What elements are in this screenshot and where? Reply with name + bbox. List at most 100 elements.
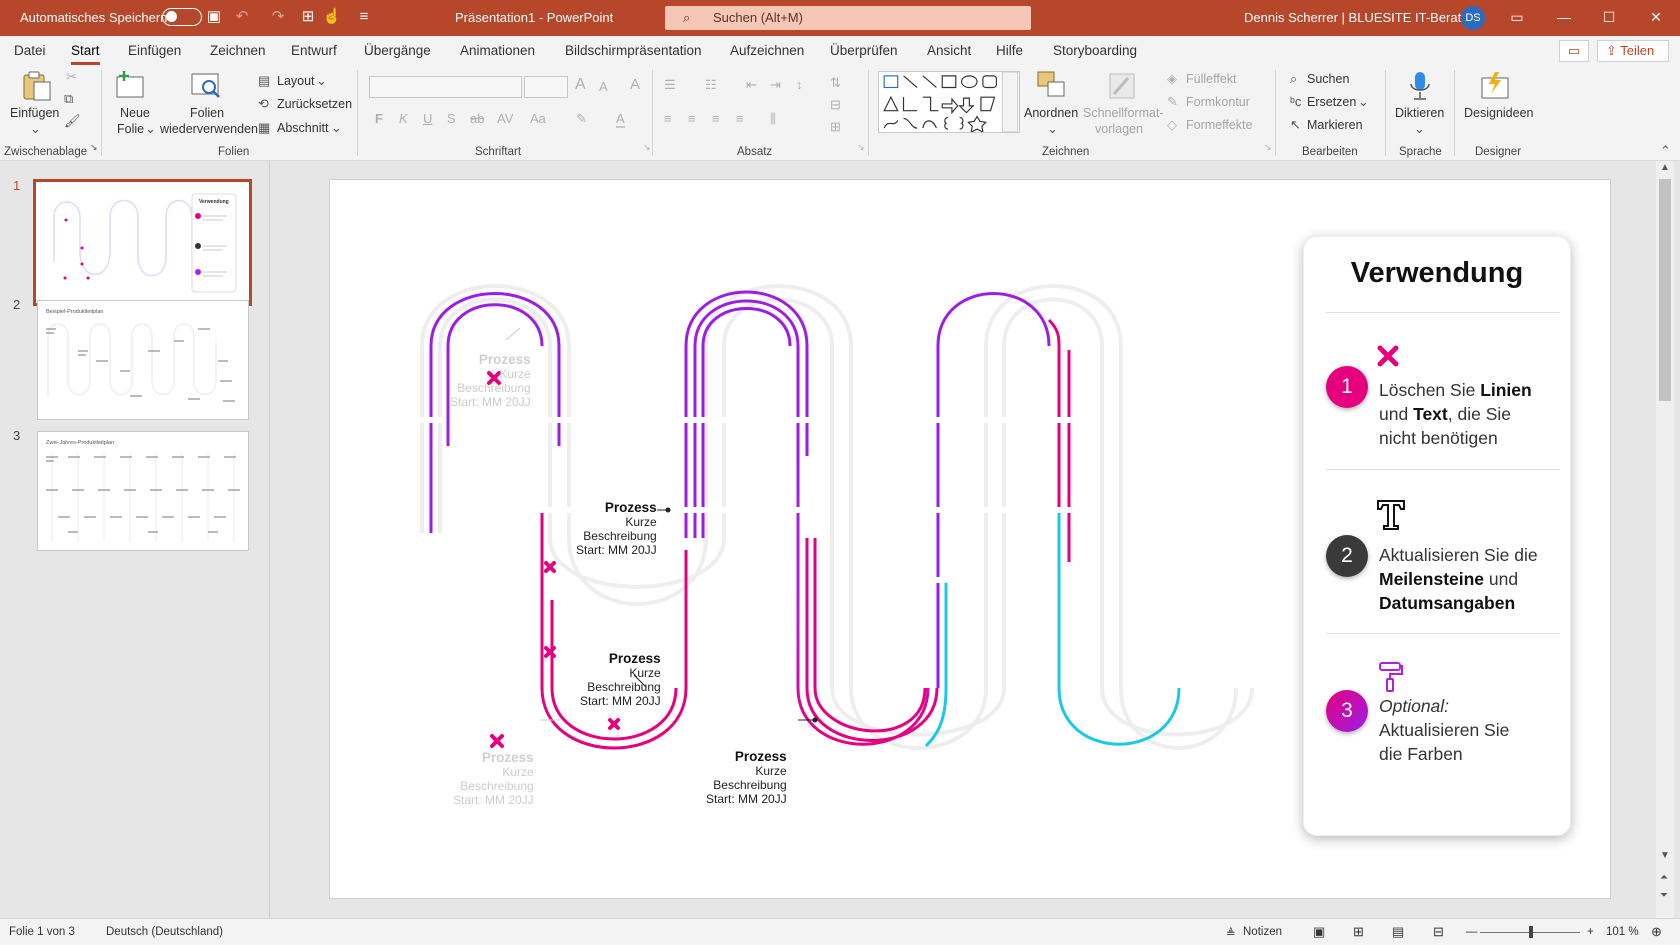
font-launcher-icon[interactable]: ↘ xyxy=(643,140,651,154)
milestone-label-faded-bottom[interactable]: Prozess Kurze Beschreibung Start: MM 20J… xyxy=(453,751,534,808)
redo-icon[interactable]: ↷ xyxy=(268,8,288,26)
columns-icon[interactable]: ⫼ xyxy=(770,112,776,126)
thumbnail-slide-2[interactable]: Beispiel-Produktleitplan xyxy=(37,300,249,420)
milestone-label-2[interactable]: Prozess Kurze Beschreibung Start: MM 20J… xyxy=(580,652,661,709)
align-left-icon[interactable]: ≡ xyxy=(664,112,672,126)
milestone-label-1[interactable]: Prozess Kurze Beschreibung Start: MM 20J… xyxy=(576,501,657,558)
cut-icon[interactable]: ✂ xyxy=(66,70,77,84)
undo-icon[interactable]: ↶ xyxy=(232,8,252,26)
collapse-ribbon-icon[interactable]: ⌃ xyxy=(1660,144,1671,158)
paste-dropdown-icon[interactable]: ⌄ xyxy=(30,122,41,136)
align-center-icon[interactable]: ≡ xyxy=(688,112,696,126)
user-name[interactable]: Dennis Scherrer | BLUESITE IT-Beratung xyxy=(1244,10,1483,25)
thumbnail-slide-3[interactable]: Zwei-Jahres-Produktleitplan xyxy=(37,431,249,551)
ribbon-display-icon[interactable]: ▭ xyxy=(1506,6,1528,28)
text-direction-icon[interactable]: ⇅ xyxy=(830,76,841,90)
tab-start[interactable]: Start xyxy=(71,43,100,65)
zoom-slider-thumb[interactable] xyxy=(1529,926,1533,938)
drawing-launcher-icon[interactable]: ↘ xyxy=(1264,140,1272,154)
new-slide-label-2[interactable]: Folie xyxy=(117,122,144,136)
notes-button[interactable]: Notizen xyxy=(1243,926,1282,938)
line-spacing-icon[interactable]: ↕ xyxy=(796,78,803,92)
char-spacing-icon[interactable]: AV xyxy=(497,112,513,126)
shadow-icon[interactable]: S xyxy=(447,112,456,126)
highlight-icon[interactable]: ✎ xyxy=(576,112,587,126)
slide-canvas[interactable]: Prozess Kurze Beschreibung Start: MM 20J… xyxy=(329,179,1611,899)
fit-to-window-icon[interactable]: ⊕ xyxy=(1651,924,1662,940)
vertical-scrollbar[interactable]: ▲ ▼ ⏶ ⏷ xyxy=(1656,161,1674,918)
decrease-indent-icon[interactable]: ⇤ xyxy=(746,78,757,92)
next-slide-icon[interactable]: ⏷ xyxy=(1660,889,1668,903)
scroll-down-icon[interactable]: ▼ xyxy=(1660,849,1670,863)
reuse-slides-label-2[interactable]: wiederverwenden xyxy=(160,122,258,136)
align-right-icon[interactable]: ≡ xyxy=(712,112,720,126)
tab-ueberpruefen[interactable]: Überprüfen xyxy=(830,43,898,58)
font-name-combo[interactable] xyxy=(369,76,522,98)
customize-quick-access-icon[interactable]: ≡ xyxy=(354,8,374,26)
section-dropdown-icon[interactable]: ⌄ xyxy=(331,121,342,135)
language-indicator[interactable]: Deutsch (Deutschland) xyxy=(106,926,223,938)
shape-fill-button[interactable]: Fülleffekt xyxy=(1186,72,1237,86)
avatar[interactable]: DS xyxy=(1461,6,1485,30)
quick-styles-label-1[interactable]: Schnellformat- xyxy=(1083,106,1164,120)
smartart-icon[interactable]: ⊞ xyxy=(830,120,841,134)
justify-icon[interactable]: ≡ xyxy=(736,112,744,126)
usage-panel[interactable]: Verwendung 1 Löschen Sie Linien und Text… xyxy=(1303,236,1571,836)
minimize-icon[interactable]: — xyxy=(1553,6,1575,28)
underline-icon[interactable]: U xyxy=(423,112,432,126)
layout-button[interactable]: Layout xyxy=(277,74,315,88)
present-from-start-icon[interactable]: ⊞ xyxy=(298,8,318,26)
align-text-icon[interactable]: ⊟ xyxy=(830,98,841,112)
normal-view-icon[interactable]: ▣ xyxy=(1313,924,1325,940)
reuse-slides-label-1[interactable]: Folien xyxy=(190,106,224,120)
tab-bildschirmpraesentation[interactable]: Bildschirmpräsentation xyxy=(565,43,702,58)
tab-animationen[interactable]: Animationen xyxy=(460,43,535,58)
shapes-gallery[interactable] xyxy=(878,71,1020,133)
replace-button[interactable]: Ersetzen xyxy=(1307,95,1356,109)
design-ideas-button[interactable]: Designideen xyxy=(1464,106,1534,120)
shape-effects-button[interactable]: Formeffekte xyxy=(1186,118,1252,132)
section-button[interactable]: Abschnitt xyxy=(277,121,328,135)
bold-icon[interactable]: F xyxy=(375,112,383,126)
font-size-combo[interactable] xyxy=(524,76,568,98)
tab-ansicht[interactable]: Ansicht xyxy=(927,43,971,58)
tab-uebergaenge[interactable]: Übergänge xyxy=(364,43,431,58)
reading-view-icon[interactable]: ▤ xyxy=(1392,924,1404,940)
shrink-font-icon[interactable]: A xyxy=(599,80,608,94)
paste-button[interactable]: Einfügen xyxy=(10,106,59,120)
format-painter-icon[interactable]: 🖌 xyxy=(64,114,81,128)
slide-sorter-icon[interactable]: ⊞ xyxy=(1353,924,1364,940)
replace-dropdown-icon[interactable]: ⌄ xyxy=(1358,95,1369,109)
previous-slide-icon[interactable]: ⏶ xyxy=(1660,871,1668,885)
layout-dropdown-icon[interactable]: ⌄ xyxy=(316,74,327,88)
tab-datei[interactable]: Datei xyxy=(14,43,46,58)
dictate-dropdown-icon[interactable]: ⌄ xyxy=(1414,122,1425,136)
slide-show-icon[interactable]: ⊟ xyxy=(1433,924,1444,940)
increase-indent-icon[interactable]: ⇥ xyxy=(770,78,781,92)
find-button[interactable]: Suchen xyxy=(1307,72,1349,86)
tab-aufzeichnen[interactable]: Aufzeichnen xyxy=(730,43,804,58)
close-icon[interactable]: ✕ xyxy=(1645,6,1667,28)
zoom-in-icon[interactable]: + xyxy=(1587,926,1594,938)
grow-font-icon[interactable]: A xyxy=(575,77,586,93)
milestone-label-faded-top[interactable]: Prozess Kurze Beschreibung Start: MM 20J… xyxy=(450,353,531,410)
strikethrough-icon[interactable]: ab xyxy=(470,112,484,126)
tab-einfuegen[interactable]: Einfügen xyxy=(128,43,181,58)
change-case-icon[interactable]: Aa xyxy=(530,112,546,126)
arrange-dropdown-icon[interactable]: ⌄ xyxy=(1047,122,1058,136)
font-color-icon[interactable]: A xyxy=(616,112,625,128)
save-icon[interactable]: ▣ xyxy=(204,8,224,26)
milestone-label-3[interactable]: Prozess Kurze Beschreibung Start: MM 20J… xyxy=(706,750,787,807)
clipboard-launcher-icon[interactable]: ↘ xyxy=(90,140,98,154)
numbering-icon[interactable]: ☷ xyxy=(705,78,717,92)
new-slide-label-1[interactable]: Neue xyxy=(120,106,150,120)
new-slide-dropdown-icon[interactable]: ⌄ xyxy=(145,122,156,136)
comment-button[interactable]: ▭ xyxy=(1559,40,1589,62)
autosave-toggle[interactable] xyxy=(162,8,202,26)
scroll-thumb[interactable] xyxy=(1659,179,1671,401)
paragraph-launcher-icon[interactable]: ↘ xyxy=(857,140,865,154)
share-button[interactable]: ⇪ Teilen xyxy=(1597,40,1669,62)
reset-button[interactable]: Zurücksetzen xyxy=(277,97,352,111)
tab-hilfe[interactable]: Hilfe xyxy=(996,43,1023,58)
italic-icon[interactable]: K xyxy=(399,112,408,126)
